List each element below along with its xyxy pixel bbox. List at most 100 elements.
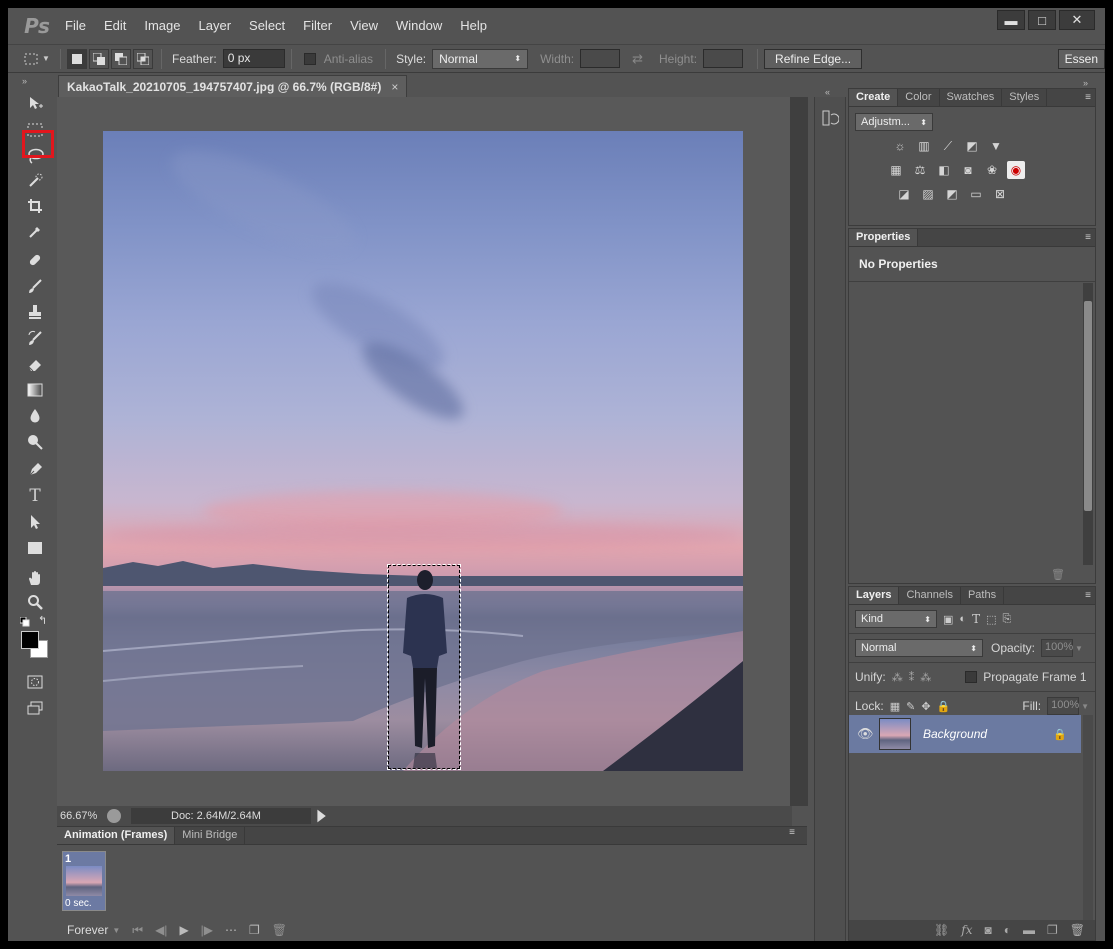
right-panels-collapse-icon[interactable]: » (1083, 78, 1088, 88)
path-selection-tool-icon[interactable] (20, 510, 50, 534)
properties-scrollbar[interactable] (1083, 283, 1093, 565)
opacity-input[interactable]: 100% (1041, 639, 1073, 657)
hand-tool-icon[interactable] (20, 566, 50, 590)
first-frame-icon[interactable]: ⏮ (132, 923, 143, 938)
new-adjustment-layer-icon[interactable]: ◐ (1004, 923, 1011, 937)
selective-color-icon[interactable]: ⊠ (991, 185, 1009, 203)
rectangle-tool-icon[interactable] (20, 536, 50, 560)
refine-edge-button[interactable]: Refine Edge... (764, 48, 863, 69)
tab-mini-bridge[interactable]: Mini Bridge (175, 827, 246, 844)
chevron-down-icon[interactable]: ▼ (112, 926, 120, 935)
default-colors-icon[interactable] (19, 616, 30, 627)
antialias-checkbox[interactable] (303, 52, 316, 65)
tab-create[interactable]: Create (849, 89, 899, 106)
frame-delay[interactable]: 0 sec. (65, 898, 92, 909)
add-mask-icon[interactable]: ◙ (985, 923, 992, 937)
animation-frame[interactable]: 1 0 sec. (62, 851, 106, 911)
swap-icon[interactable]: ⇄ (632, 51, 643, 67)
lock-position-icon[interactable]: ✥ (921, 700, 930, 713)
tab-swatches[interactable]: Swatches (940, 89, 1003, 106)
close-button[interactable]: ✕ (1059, 10, 1095, 30)
tab-layers[interactable]: Layers (849, 587, 900, 604)
duplicate-frame-icon[interactable]: ❐ (249, 923, 260, 937)
canvas-scrollbar[interactable] (790, 97, 808, 806)
height-input[interactable] (703, 49, 744, 68)
trash-icon[interactable]: 🗑 (1051, 568, 1065, 581)
channel-mixer-icon[interactable]: ❀ (983, 161, 1001, 179)
hue-saturation-icon[interactable]: ▦ (887, 161, 905, 179)
eraser-tool-icon[interactable] (20, 352, 50, 376)
crop-tool-icon[interactable] (20, 194, 50, 218)
menu-view[interactable]: View (341, 8, 387, 44)
subtract-selection-button[interactable] (111, 48, 131, 69)
color-balance-icon[interactable]: ⚖ (911, 161, 929, 179)
adjustments-select[interactable]: Adjustm... ⬍ (855, 113, 933, 131)
minimize-button[interactable]: ▬ (997, 10, 1025, 30)
quick-mask-icon[interactable] (20, 670, 50, 694)
zoom-level[interactable]: 66.67% (57, 810, 107, 822)
maximize-button[interactable]: □ (1028, 10, 1056, 30)
screen-mode-icon[interactable] (20, 696, 50, 720)
swap-colors-icon[interactable]: ↰ (38, 614, 47, 627)
propagate-frame-checkbox[interactable] (965, 671, 978, 683)
posterize-icon[interactable]: ▨ (919, 185, 937, 203)
gradient-tool-icon[interactable] (20, 378, 50, 402)
filter-type-icon[interactable]: T (972, 612, 980, 626)
prev-frame-icon[interactable]: ◀| (155, 923, 167, 937)
delete-frame-icon[interactable]: 🗑 (272, 923, 287, 937)
selection-marquee[interactable] (387, 564, 461, 770)
black-white-icon[interactable]: ◧ (935, 161, 953, 179)
next-frame-icon[interactable]: |▶ (201, 923, 213, 937)
foreground-color-swatch[interactable] (21, 631, 39, 649)
healing-brush-tool-icon[interactable] (20, 248, 50, 272)
feather-input[interactable]: 0 px (222, 49, 285, 68)
blend-mode-select[interactable]: Normal ⬍ (855, 639, 983, 657)
delete-layer-icon[interactable]: 🗑 (1070, 923, 1085, 937)
close-document-icon[interactable]: × (391, 80, 398, 94)
photo-filter-icon[interactable]: ◙ (959, 161, 977, 179)
width-input[interactable] (580, 49, 621, 68)
unify-visibility-icon[interactable]: ⁑ (909, 671, 915, 684)
lock-transparent-icon[interactable]: ▦ (890, 700, 900, 713)
layer-style-fx-icon[interactable]: fx (961, 923, 972, 937)
zoom-tool-icon[interactable] (20, 590, 50, 614)
workspace-switcher[interactable]: Essen (1057, 48, 1105, 69)
filter-shape-icon[interactable]: ⬚ (986, 613, 996, 626)
unify-style-icon[interactable]: ⁂ (920, 671, 931, 684)
chevron-down-icon[interactable]: ▼ (1081, 702, 1089, 711)
status-menu-arrow-icon[interactable] (317, 809, 326, 823)
dock-collapse-icon[interactable]: « (825, 87, 830, 97)
menu-window[interactable]: Window (387, 8, 451, 44)
tween-icon[interactable]: ⋯ (225, 923, 237, 937)
clone-stamp-tool-icon[interactable] (20, 300, 50, 324)
visibility-eye-icon[interactable]: 👁 (857, 726, 874, 742)
menu-file[interactable]: File (56, 8, 95, 44)
brightness-icon[interactable]: ☼ (891, 137, 909, 155)
tab-channels[interactable]: Channels (899, 587, 961, 604)
dodge-tool-icon[interactable] (20, 430, 50, 454)
layer-filter-kind[interactable]: Kind ⬍ (855, 610, 937, 628)
document-image[interactable] (103, 131, 743, 771)
tab-animation-frames[interactable]: Animation (Frames) (57, 827, 176, 844)
unify-position-icon[interactable]: ⁂ (892, 671, 903, 684)
eyedropper-tool-icon[interactable] (20, 220, 50, 244)
filter-adjustment-icon[interactable]: ◐ (959, 613, 966, 625)
panel-menu-icon[interactable]: ≡ (789, 827, 795, 844)
menu-image[interactable]: Image (135, 8, 189, 44)
intersect-selection-button[interactable] (133, 48, 153, 69)
color-lookup-icon[interactable]: ◉ (1007, 161, 1025, 179)
chevron-down-icon[interactable]: ▼ (1075, 644, 1083, 653)
panel-menu-icon[interactable]: ≡ (1085, 232, 1091, 243)
menu-filter[interactable]: Filter (294, 8, 341, 44)
quick-selection-tool-icon[interactable] (20, 169, 50, 193)
gradient-map-icon[interactable]: ▭ (967, 185, 985, 203)
tab-properties[interactable]: Properties (849, 229, 919, 246)
add-selection-button[interactable] (89, 48, 109, 69)
tab-paths[interactable]: Paths (961, 587, 1005, 604)
invert-icon[interactable]: ◪ (895, 185, 913, 203)
type-tool-icon[interactable]: T (20, 484, 50, 508)
filter-pixel-icon[interactable]: ▣ (943, 613, 953, 626)
new-group-icon[interactable]: ▬ (1023, 923, 1035, 937)
panel-menu-icon[interactable]: ≡ (1085, 590, 1091, 601)
play-icon[interactable]: ▶ (179, 923, 188, 937)
